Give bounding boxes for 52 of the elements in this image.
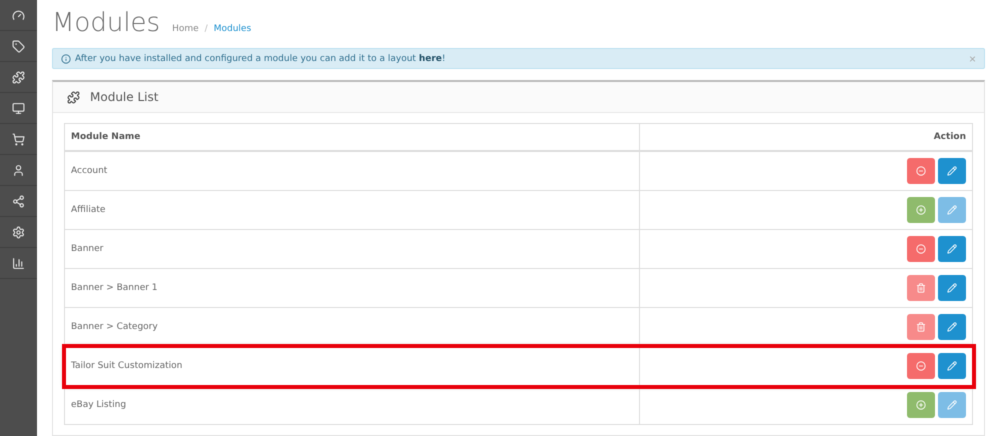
puzzle-icon	[67, 90, 80, 104]
cart-icon	[12, 132, 25, 146]
pencil-icon	[947, 283, 957, 293]
breadcrumb-link[interactable]: Modules	[214, 24, 252, 34]
settings-icon	[12, 226, 25, 238]
dashboard-icon	[12, 8, 25, 22]
alert-message: After you have installed and configured a module you can add it to a layout here!	[75, 54, 446, 64]
pencil-icon	[947, 166, 957, 176]
info-icon	[61, 54, 71, 64]
edit-button[interactable]	[938, 314, 966, 340]
bar-chart-icon	[12, 256, 25, 270]
edit-button[interactable]	[938, 353, 966, 379]
install-button[interactable]	[907, 392, 935, 418]
minus-circle-icon	[916, 166, 926, 176]
page-title: Modules	[52, 8, 160, 38]
edit-button[interactable]	[938, 158, 966, 184]
monitor-icon	[12, 102, 25, 114]
edit-button[interactable]	[938, 236, 966, 262]
share-icon	[12, 194, 25, 208]
uninstall-button[interactable]	[907, 158, 935, 184]
column-header: Module Name	[64, 124, 640, 151]
column-header: Action	[640, 124, 972, 151]
panel-title: Module List	[90, 90, 158, 104]
plus-circle-icon	[916, 400, 926, 410]
here-link[interactable]: here	[418, 54, 442, 64]
uninstall-button[interactable]	[907, 353, 935, 379]
trash-icon	[916, 283, 926, 293]
pencil-icon	[947, 322, 957, 332]
trash-icon	[916, 322, 926, 332]
pencil-icon	[947, 400, 957, 410]
table-cell: Affiliate	[64, 190, 640, 230]
table-cell: Banner > Banner 1	[64, 268, 640, 308]
breadcrumb-link[interactable]: Home	[172, 24, 199, 34]
install-button[interactable]	[907, 197, 935, 223]
pencil-icon	[947, 205, 957, 215]
table-cell: Banner > Category	[64, 308, 640, 346]
tag-icon	[12, 40, 25, 52]
puzzle-icon	[12, 70, 25, 84]
uninstall-button[interactable]	[907, 236, 935, 262]
minus-circle-icon	[916, 244, 926, 254]
breadcrumb-separator: /	[204, 24, 208, 34]
plus-circle-icon	[916, 205, 926, 215]
minus-circle-icon	[916, 361, 926, 371]
pencil-icon	[947, 244, 957, 254]
table-cell: Account	[64, 151, 640, 190]
user-icon	[12, 164, 25, 176]
close-button[interactable]: ×	[968, 52, 976, 66]
pencil-icon	[947, 361, 957, 371]
delete-button[interactable]	[907, 314, 935, 340]
table-cell: Banner	[64, 230, 640, 268]
edit-button[interactable]	[938, 275, 966, 301]
delete-button[interactable]	[907, 275, 935, 301]
